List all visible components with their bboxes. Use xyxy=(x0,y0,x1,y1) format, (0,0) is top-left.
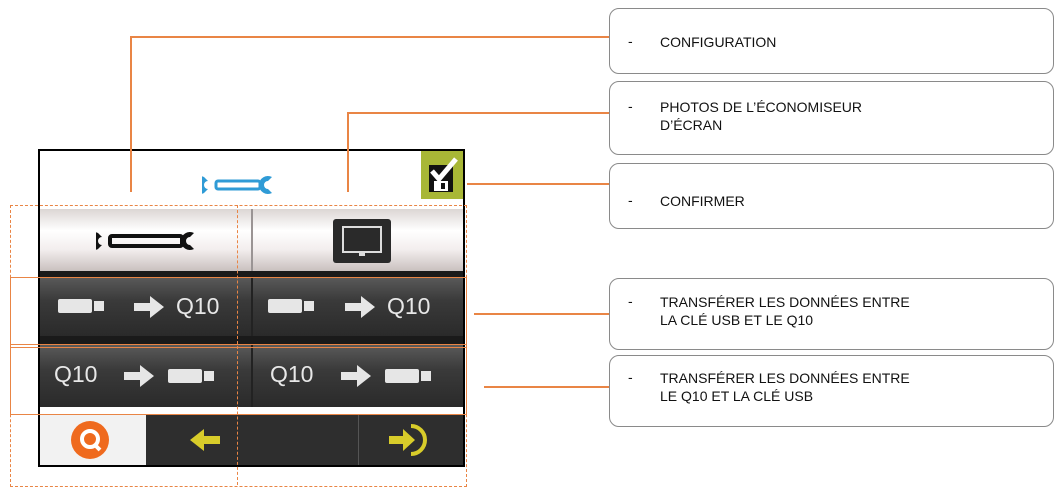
callout-text: D’ÉCRAN xyxy=(660,117,723,133)
save-check-icon xyxy=(429,157,458,192)
leader-line xyxy=(347,112,610,114)
row3-highlight xyxy=(10,347,467,415)
callout-text: CONFIGURATION xyxy=(660,34,777,50)
callout-q10-to-usb: - TRANSFÉRER LES DONNÉES ENTRE LE Q10 ET… xyxy=(609,355,1054,427)
callout-screensaver-photos: - PHOTOS DE L’ÉCONOMISEUR D’ÉCRAN xyxy=(609,81,1054,155)
callout-dash: - xyxy=(628,33,633,49)
row2-highlight xyxy=(10,277,467,345)
callout-configuration: - CONFIGURATION xyxy=(609,8,1054,74)
callout-text: LE Q10 ET LA CLÉ USB xyxy=(660,388,814,404)
leader-line xyxy=(484,386,610,388)
center-dashed-divider xyxy=(237,205,238,485)
callout-text: CONFIRMER xyxy=(660,193,745,209)
callout-usb-to-q10: - TRANSFÉRER LES DONNÉES ENTRE LA CLÉ US… xyxy=(609,278,1054,350)
callout-dash: - xyxy=(628,369,633,385)
callout-dash: - xyxy=(628,98,633,114)
confirm-button[interactable] xyxy=(421,151,463,199)
leader-line xyxy=(130,36,610,38)
wrench-icon xyxy=(202,176,272,194)
callout-text: TRANSFÉRER LES DONNÉES ENTRE xyxy=(660,294,910,310)
callout-text: LA CLÉ USB ET LE Q10 xyxy=(660,312,814,328)
leader-line xyxy=(347,112,349,192)
top-bar xyxy=(40,151,463,209)
leader-line xyxy=(474,313,610,315)
callout-confirm: - CONFIRMER xyxy=(609,163,1054,229)
outer-dashed-outline xyxy=(10,205,467,487)
callout-dash: - xyxy=(628,192,633,208)
callout-dash: - xyxy=(628,293,633,309)
callout-text: PHOTOS DE L’ÉCONOMISEUR xyxy=(660,99,863,115)
leader-line xyxy=(467,183,610,185)
callout-text: TRANSFÉRER LES DONNÉES ENTRE xyxy=(660,370,910,386)
leader-line xyxy=(130,36,132,192)
